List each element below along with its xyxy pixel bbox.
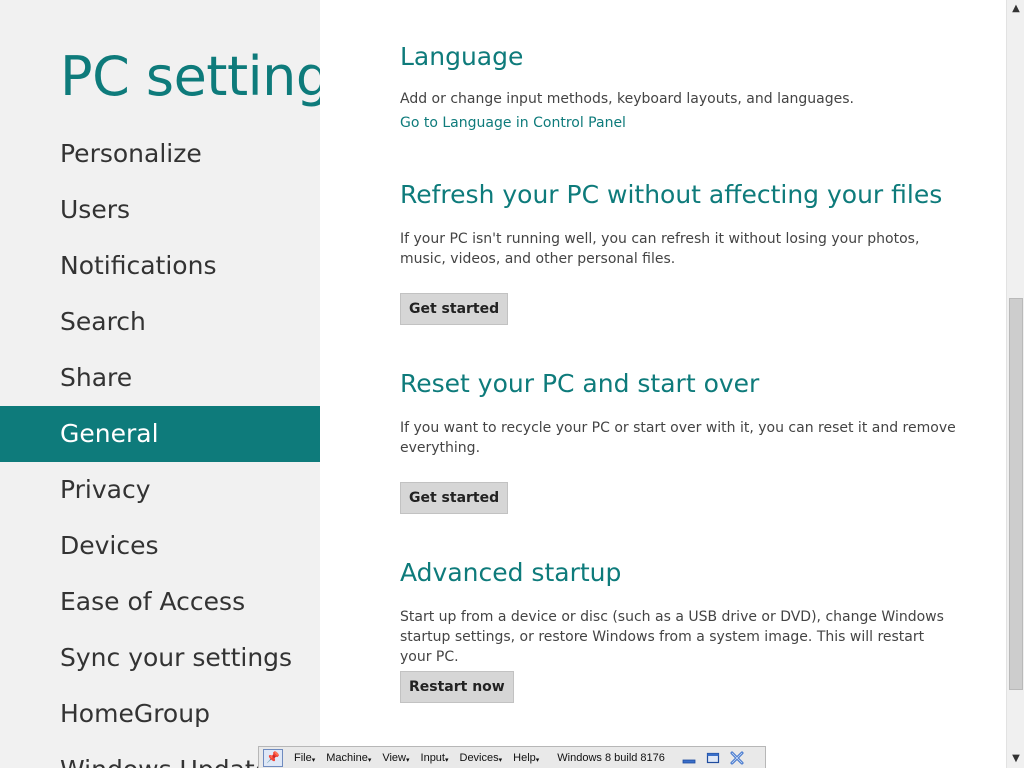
nav-item-homegroup[interactable]: HomeGroup (0, 686, 320, 742)
section-language: Language Add or change input methods, ke… (400, 42, 960, 131)
scroll-thumb[interactable] (1009, 298, 1023, 690)
refresh-get-started-button[interactable]: Get started (400, 293, 509, 325)
nav-item-ease-of-access[interactable]: Ease of Access (0, 574, 320, 630)
vbox-menu-machine[interactable]: Machine▾ (326, 752, 371, 764)
settings-content: Language Add or change input methods, ke… (320, 0, 1006, 768)
section-heading-advanced-startup: Advanced startup (400, 558, 622, 587)
section-description-refresh: If your PC isn't running well, you can r… (400, 231, 920, 267)
vbox-menu-devices[interactable]: Devices▾ (460, 752, 503, 764)
settings-nav-list: Personalize Users Notifications Search S… (0, 126, 320, 768)
nav-item-sync-settings[interactable]: Sync your settings (0, 630, 320, 686)
pin-icon[interactable]: 📌 (263, 748, 283, 767)
minimize-icon[interactable] (681, 751, 697, 765)
vertical-scrollbar[interactable]: ▲ ▼ (1006, 0, 1024, 768)
close-icon[interactable] (729, 751, 745, 765)
section-description-advanced-startup: Start up from a device or disc (such as … (400, 609, 944, 665)
nav-item-notifications[interactable]: Notifications (0, 238, 320, 294)
nav-item-devices[interactable]: Devices (0, 518, 320, 574)
nav-item-general[interactable]: General (0, 406, 320, 462)
language-control-panel-link[interactable]: Go to Language in Control Panel (400, 115, 626, 131)
vbox-menu-view[interactable]: View▾ (382, 752, 409, 764)
section-reset: Reset your PC and start over If you want… (400, 369, 960, 514)
section-heading-refresh: Refresh your PC without affecting your f… (400, 180, 943, 209)
scroll-up-arrow-icon[interactable]: ▲ (1007, 0, 1024, 18)
nav-item-personalize[interactable]: Personalize (0, 126, 320, 182)
vbox-menu-file[interactable]: File▾ (294, 752, 315, 764)
page-title: PC settings (60, 45, 320, 108)
vbox-mini-toolbar: 📌 File▾ Machine▾ View▾ Input▾ Devices▾ H… (258, 746, 766, 768)
section-heading-reset: Reset your PC and start over (400, 369, 760, 398)
restore-window-icon[interactable] (705, 751, 721, 765)
nav-item-users[interactable]: Users (0, 182, 320, 238)
section-description-reset: If you want to recycle your PC or start … (400, 420, 956, 456)
section-advanced-startup: Advanced startup Start up from a device … (400, 558, 960, 703)
vbox-machine-title: Windows 8 build 8176 (557, 751, 665, 764)
section-heading-language: Language (400, 42, 524, 71)
nav-item-privacy[interactable]: Privacy (0, 462, 320, 518)
vbox-menu-input[interactable]: Input▾ (421, 752, 449, 764)
scroll-down-arrow-icon[interactable]: ▼ (1007, 750, 1024, 768)
section-refresh: Refresh your PC without affecting your f… (400, 180, 960, 325)
nav-item-share[interactable]: Share (0, 350, 320, 406)
nav-item-search[interactable]: Search (0, 294, 320, 350)
settings-nav-pane: PC settings Personalize Users Notificati… (0, 0, 320, 768)
vbox-menu-help[interactable]: Help▾ (513, 752, 539, 764)
reset-get-started-button[interactable]: Get started (400, 482, 509, 514)
restart-now-button[interactable]: Restart now (400, 671, 514, 703)
section-description-language: Add or change input methods, keyboard la… (400, 91, 854, 107)
